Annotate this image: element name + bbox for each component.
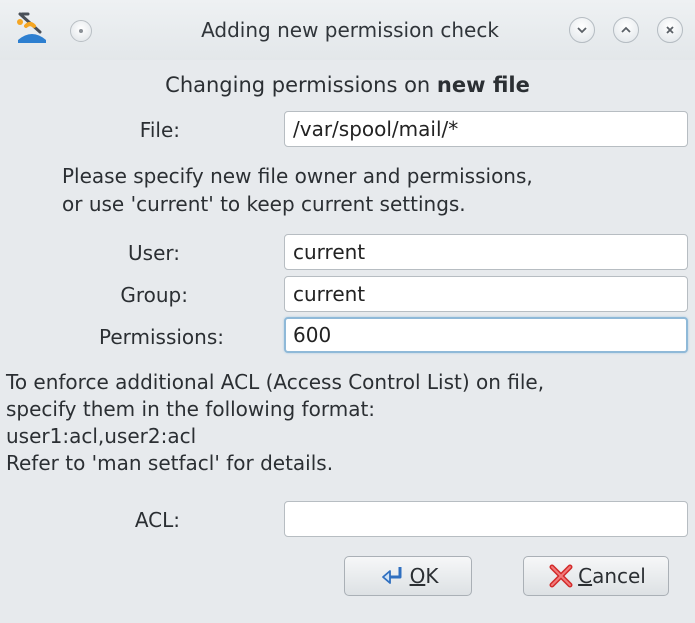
acl-help-line-1: To enforce additional ACL (Access Contro…	[6, 370, 545, 394]
window-menu-icon[interactable]	[70, 20, 92, 42]
file-label: File:	[139, 118, 180, 142]
mageia-app-icon	[12, 10, 52, 50]
permissions-field[interactable]	[284, 317, 688, 353]
ok-button[interactable]: OK	[344, 556, 472, 596]
group-label: Group:	[120, 283, 188, 307]
permissions-label: Permissions:	[98, 325, 224, 349]
group-field[interactable]	[284, 276, 688, 312]
ok-arrow-icon	[381, 567, 402, 584]
dialog-heading: Changing permissions on new file	[0, 70, 695, 100]
close-icon[interactable]	[657, 17, 683, 43]
window-title: Adding new permission check	[201, 18, 499, 42]
title-bar[interactable]: Adding new permission check	[0, 0, 695, 60]
cancel-label-rest: ancel	[592, 564, 646, 588]
acl-help-line-3: user1:acl,user2:acl	[6, 424, 197, 448]
acl-help-line-4: Refer to 'man setfacl' for details.	[6, 451, 334, 475]
instructions-line-1: Please specify new file owner and permis…	[62, 164, 533, 188]
acl-label: ACL:	[134, 508, 180, 532]
cancel-button[interactable]: Cancel	[523, 556, 669, 596]
acl-field[interactable]	[284, 501, 688, 537]
heading-prefix: Changing permissions on	[165, 73, 437, 97]
ok-mnemonic: O	[409, 564, 426, 588]
instructions-line-2: or use 'current' to keep current setting…	[62, 192, 466, 216]
user-field[interactable]	[284, 234, 688, 270]
ok-label-rest: K	[425, 564, 439, 588]
cancel-x-icon	[549, 564, 573, 588]
heading-target: new file	[436, 73, 530, 97]
chevron-down-icon[interactable]	[569, 17, 595, 43]
user-label: User:	[128, 241, 180, 265]
acl-help-line-2: specify them in the following format:	[6, 397, 376, 421]
chevron-up-icon[interactable]	[613, 17, 639, 43]
cancel-mnemonic: C	[578, 564, 593, 588]
file-field[interactable]	[284, 111, 688, 147]
